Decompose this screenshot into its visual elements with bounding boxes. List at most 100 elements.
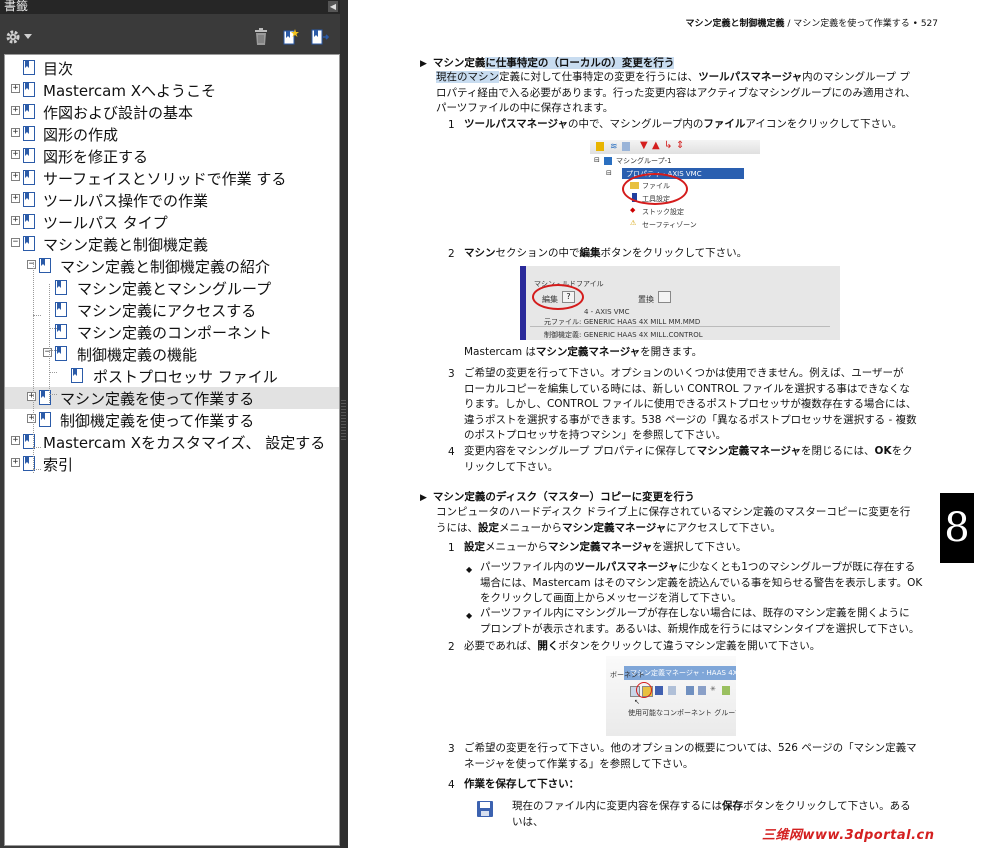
bookmark-item[interactable]: + ツールパス操作での作業 xyxy=(5,189,339,211)
red-circle-annotation xyxy=(636,682,652,698)
step1-text-2: アイコンをクリックして下さい。 xyxy=(745,118,903,130)
step-number: 4 xyxy=(448,779,455,791)
step3-line-1: ご希望の変更を行って下さい。オプションのいくつかは使用できません。例えば、ユーザ… xyxy=(464,367,904,379)
tree-connector-line xyxy=(65,416,66,425)
collapse-icon[interactable]: − xyxy=(11,238,20,247)
check-icon[interactable] xyxy=(722,686,730,695)
trash-icon[interactable] xyxy=(252,26,270,48)
step-number: 1 xyxy=(448,119,455,131)
intro-text-2: 内のマシングループ プ xyxy=(802,71,910,83)
chevron-down-icon[interactable] xyxy=(22,26,34,48)
triangle-right-icon: ▶ xyxy=(420,493,427,503)
bookmark-item[interactable]: + ツールパス タイプ xyxy=(5,211,339,233)
bookmark-item[interactable]: + マシン定義を使って作業する xyxy=(5,387,339,409)
expand-icon[interactable]: + xyxy=(27,392,36,401)
bookmark-item[interactable]: マシン定義にアクセスする xyxy=(5,299,339,321)
step2-text-1: セクションの中で xyxy=(495,247,580,259)
step3-text: ご希望の変更を行って下さい。オプションのいくつかは使用できません。例えば、ユーザ… xyxy=(464,366,944,444)
tree-connector-line xyxy=(33,447,41,448)
expand-icon[interactable]: + xyxy=(11,216,20,225)
bookmark-item[interactable]: + サーフェイスとソリッドで作業 する xyxy=(5,167,339,189)
bookmark-item[interactable]: + Mastercam Xをカスタマイズ、 設定する xyxy=(5,431,339,453)
fig1-group: マシングループ-1 xyxy=(616,157,672,165)
section2-intro: コンピュータのハードディスク ドライブ上に保存されているマシン定義のマスターコピ… xyxy=(436,505,936,536)
chapter-number-tab: 8 xyxy=(940,493,974,563)
s2-bullet1-t1: パーツファイル内の xyxy=(480,561,575,573)
bookmark-label: 制御機定義を使って作業する xyxy=(60,412,255,430)
s2-bullet1: パーツファイル内のツールパスマネージャに少なくとも1つのマシングループが既に存在… xyxy=(480,560,940,607)
star-icon[interactable]: ✳ xyxy=(710,685,716,693)
expand-icon[interactable]: + xyxy=(11,194,20,203)
expand-icon[interactable]: + xyxy=(11,436,20,445)
s2-bullet1-t2: に少なくとも1つのマシングループが既に存在する xyxy=(678,561,916,573)
s2-bullet2-line-1: パーツファイル内にマシングループが存在しない場合には、既存のマシン定義を開くよう… xyxy=(480,607,910,619)
step4-bold-1: マシン定義マネージャ xyxy=(696,445,802,457)
new-bookmark-icon[interactable] xyxy=(282,26,300,48)
bookmark-tree: 目次 + Mastercam Xへようこそ + 作図および設計の基本 + 図形の作成 + 図形を… xyxy=(4,54,340,846)
tree-connector-line xyxy=(65,425,73,426)
bookmark-item[interactable]: + Mastercam Xへようこそ xyxy=(5,79,339,101)
bookmark-item[interactable]: + 制御機定義を使って作業する xyxy=(5,409,339,431)
bookmark-item[interactable]: + 索引 xyxy=(5,453,339,475)
bookmark-item[interactable]: + 図形を修正する xyxy=(5,145,339,167)
expand-icon[interactable]: + xyxy=(11,458,20,467)
triangle-left-icon[interactable]: ◀ xyxy=(328,1,338,12)
bookmark-page-icon xyxy=(23,192,35,207)
s2-step3-line-1: ご希望の変更を行って下さい。他のオプションの概要については、526 ページの「マ… xyxy=(464,742,917,754)
expand-icon[interactable]: + xyxy=(11,84,20,93)
save-icon[interactable] xyxy=(655,686,663,695)
expand-icon[interactable]: + xyxy=(11,172,20,181)
grid-icon[interactable] xyxy=(698,686,706,695)
fig2-divider xyxy=(530,326,830,327)
intro-line-3: パーツファイルの中に保存されます。 xyxy=(436,102,614,114)
bookmark-item[interactable]: マシン定義とマシングループ xyxy=(5,277,339,299)
s2-step3-text: ご希望の変更を行って下さい。他のオプションの概要については、526 ページの「マ… xyxy=(464,741,917,772)
expand-icon[interactable]: + xyxy=(11,128,20,137)
section2-intro-line-1: コンピュータのハードディスク ドライブ上に保存されているマシン定義のマスターコピ… xyxy=(436,506,911,518)
bookmark-item[interactable]: 目次 xyxy=(5,57,339,79)
bookmarks-toolbar xyxy=(0,20,340,54)
gear-icon[interactable] xyxy=(4,26,22,48)
tree-connector-line xyxy=(33,315,34,473)
step3-line-4: 違うポストを選択する事ができます。538 ページの「異なるポストプロセッサを選択… xyxy=(464,413,917,426)
document-page: マシン定義と制御機定義 / マシン定義を使って作業する • 527 ▶ マシン定義… xyxy=(348,0,1000,848)
bookmark-item[interactable]: マシン定義のコンポーネント xyxy=(5,321,339,343)
mouse-cursor-icon: ↖ xyxy=(634,698,640,706)
warning-icon: ⚠ xyxy=(630,219,637,227)
arrow-updown-icon: ⇕ xyxy=(676,140,685,151)
intro-text-1: 定義に対して仕事特定の変更を行うには、 xyxy=(499,71,699,83)
expand-bookmark-icon[interactable] xyxy=(310,26,330,48)
bookmark-page-icon xyxy=(71,368,83,383)
tree-connector-line xyxy=(49,350,57,351)
bookmark-item[interactable]: + 作図および設計の基本 xyxy=(5,101,339,123)
component-icon[interactable] xyxy=(686,686,694,695)
expand-icon[interactable]: + xyxy=(27,414,36,423)
copy-icon[interactable] xyxy=(668,686,676,695)
s2-step4-text: 作業を保存して下さい： xyxy=(464,778,580,790)
tree-connector-line xyxy=(49,328,57,329)
step2-bold-1: マシン xyxy=(464,247,496,259)
bookmark-page-icon xyxy=(39,258,51,273)
expand-icon[interactable]: + xyxy=(11,106,20,115)
bookmark-item[interactable]: + 図形の作成 xyxy=(5,123,339,145)
bookmark-item[interactable]: − マシン定義と制御機定義の紹介 xyxy=(5,255,339,277)
s2-bullet2: パーツファイル内にマシングループが存在しない場合には、既存のマシン定義を開くよう… xyxy=(480,606,940,637)
s2-bullet2-line-2: プロンプトが表示されます。あるいは、新規作成を行うにはマシンタイプを選択して下さ… xyxy=(480,622,920,635)
bookmark-page-icon xyxy=(55,280,67,295)
arrow-down-icon: ▼ xyxy=(640,140,648,151)
bookmark-label: ツールパス操作での作業 xyxy=(43,192,209,210)
collapse-icon[interactable]: − xyxy=(27,260,36,269)
bookmark-label: 索引 xyxy=(43,456,74,474)
fig1-safety: セーフティゾーン xyxy=(642,221,697,229)
bookmark-item[interactable]: − 制御機定義の機能 xyxy=(5,343,339,365)
splitter-grip[interactable] xyxy=(341,400,346,440)
folder-open-icon[interactable] xyxy=(658,291,671,303)
expand-icon[interactable]: + xyxy=(11,150,20,159)
bookmark-label: 制御機定義の機能 xyxy=(77,346,198,364)
step1-text: ツールパスマネージャの中で、マシングループ内のファイルアイコンをクリックして下さ… xyxy=(464,117,944,133)
s2-step3-line-2: ネージャを使って作業する」を参照して下さい。 xyxy=(464,757,694,770)
bookmark-item[interactable]: − マシン定義と制御機定義 xyxy=(5,233,339,255)
step2-bold-2: 編集 xyxy=(579,247,601,259)
bookmark-item[interactable]: ポストプロセッサ ファイル xyxy=(5,365,339,387)
fig2-line-3: 制御機定義: GENERIC HAAS 4X MILL.CONTROL xyxy=(544,331,703,339)
